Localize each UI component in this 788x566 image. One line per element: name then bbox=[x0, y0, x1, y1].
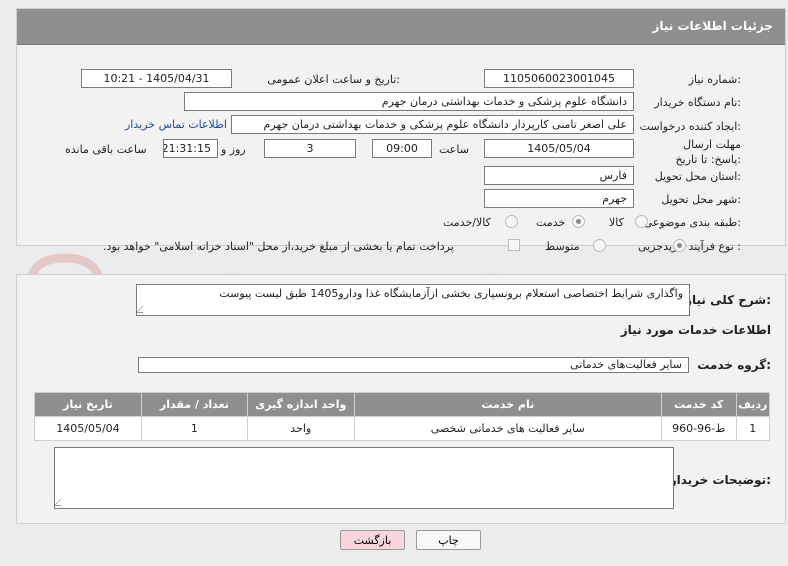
table-header-row: ردیف کد خدمت نام خدمت واحد اندازه گیری ت… bbox=[34, 392, 771, 417]
treasury-payment-checkbox[interactable] bbox=[508, 239, 520, 251]
need-details-panel: جزئیات اطلاعات نیاز شماره نیاز: 11050600… bbox=[16, 8, 786, 253]
category-radio-goods[interactable] bbox=[635, 215, 648, 228]
process-radio-minor[interactable] bbox=[673, 239, 686, 252]
process-option-medium: متوسط bbox=[545, 240, 580, 253]
col-header-name: نام خدمت bbox=[353, 392, 662, 417]
days-field[interactable]: 3 bbox=[264, 139, 356, 158]
col-header-qty: تعداد / مقدار bbox=[140, 392, 248, 417]
panel-header: جزئیات اطلاعات نیاز bbox=[17, 9, 785, 45]
col-header-date: تاریخ نیاز bbox=[34, 392, 142, 417]
cell-quantity: 1 bbox=[140, 416, 248, 441]
buyer-notes-label: توضیحات خریدار: bbox=[669, 473, 771, 487]
page-title: جزئیات اطلاعات نیاز bbox=[652, 19, 773, 33]
services-table: ردیف کد خدمت نام خدمت واحد اندازه گیری ت… bbox=[34, 392, 771, 441]
deadline-label: مهلت ارسال پاسخ: تا تاریخ: bbox=[675, 138, 741, 166]
category-option-goods-service: کالا/خدمت bbox=[443, 216, 491, 229]
cell-row-number: 1 bbox=[735, 416, 771, 441]
services-section-title: اطلاعات خدمات مورد نیاز bbox=[620, 323, 771, 337]
process-option-minor: جزیی bbox=[638, 240, 664, 253]
treasury-payment-note: پرداخت تمام یا بخشی از مبلغ خرید،از محل … bbox=[103, 240, 454, 253]
buyer-notes-textarea[interactable] bbox=[54, 447, 674, 509]
buyer-org-field[interactable]: دانشگاه علوم پزشکی و خدمات بهداشتی درمان… bbox=[184, 92, 634, 111]
cell-unit: واحد bbox=[246, 416, 355, 441]
announce-label: تاریخ و ساعت اعلان عمومی: bbox=[267, 73, 400, 86]
need-number-label: شماره نیاز: bbox=[688, 73, 741, 86]
service-group-field[interactable]: سایر فعالیت‌های خدماتی bbox=[138, 357, 689, 373]
province-field[interactable]: فارس bbox=[484, 166, 634, 185]
deadline-date-field[interactable]: 1405/05/04 bbox=[484, 139, 634, 158]
description-textarea[interactable]: واگذاری شرایط اختصاصی استعلام برونسپاری … bbox=[136, 284, 690, 316]
deadline-time-label: ساعت bbox=[439, 143, 469, 156]
table-row[interactable]: 1 ط-96-960 سایر فعالیت های خدماتی شخصی و… bbox=[34, 416, 771, 441]
process-radio-medium[interactable] bbox=[593, 239, 606, 252]
city-label: شهر محل تحویل: bbox=[661, 193, 741, 206]
category-option-service: خدمت bbox=[536, 216, 566, 229]
cell-service-code: ط-96-960 bbox=[660, 416, 737, 441]
print-button[interactable]: چاپ bbox=[416, 530, 481, 550]
requester-field[interactable]: علی اصغر تامنی کارپرداز دانشگاه علوم پزش… bbox=[231, 115, 634, 134]
remaining-label: ساعت باقی مانده bbox=[65, 143, 147, 156]
back-button[interactable]: بازگشت bbox=[340, 530, 405, 550]
requester-label: ایجاد کننده درخواست: bbox=[639, 120, 741, 133]
cell-need-date: 1405/05/04 bbox=[34, 416, 142, 441]
col-header-unit: واحد اندازه گیری bbox=[246, 392, 355, 417]
category-radio-goods-service[interactable] bbox=[505, 215, 518, 228]
category-label: طبقه بندی موضوعی: bbox=[643, 216, 741, 229]
services-panel: شرح کلی نیاز: واگذاری شرایط اختصاصی استع… bbox=[16, 274, 786, 524]
province-label: استان محل تحویل: bbox=[654, 170, 741, 183]
days-label: روز و bbox=[221, 143, 246, 156]
deadline-time-field[interactable]: 09:00 bbox=[372, 139, 432, 158]
need-number-field[interactable]: 1105060023001045 bbox=[484, 69, 634, 88]
remaining-time-field[interactable]: 21:31:15 bbox=[163, 139, 218, 158]
city-field[interactable]: جهرم bbox=[484, 189, 634, 208]
description-label: شرح کلی نیاز: bbox=[685, 293, 771, 307]
category-option-goods: کالا bbox=[609, 216, 624, 229]
col-header-code: کد خدمت bbox=[660, 392, 737, 417]
col-header-row: ردیف bbox=[735, 392, 771, 417]
category-radio-service[interactable] bbox=[572, 215, 585, 228]
service-group-label: گروه خدمت: bbox=[697, 358, 771, 372]
cell-service-name: سایر فعالیت های خدماتی شخصی bbox=[353, 416, 662, 441]
announce-datetime-field[interactable]: 1405/04/31 - 10:21 bbox=[81, 69, 232, 88]
buyer-contact-link[interactable]: اطلاعات تماس خریدار bbox=[125, 118, 227, 131]
buyer-org-label: نام دستگاه خریدار: bbox=[654, 96, 741, 109]
